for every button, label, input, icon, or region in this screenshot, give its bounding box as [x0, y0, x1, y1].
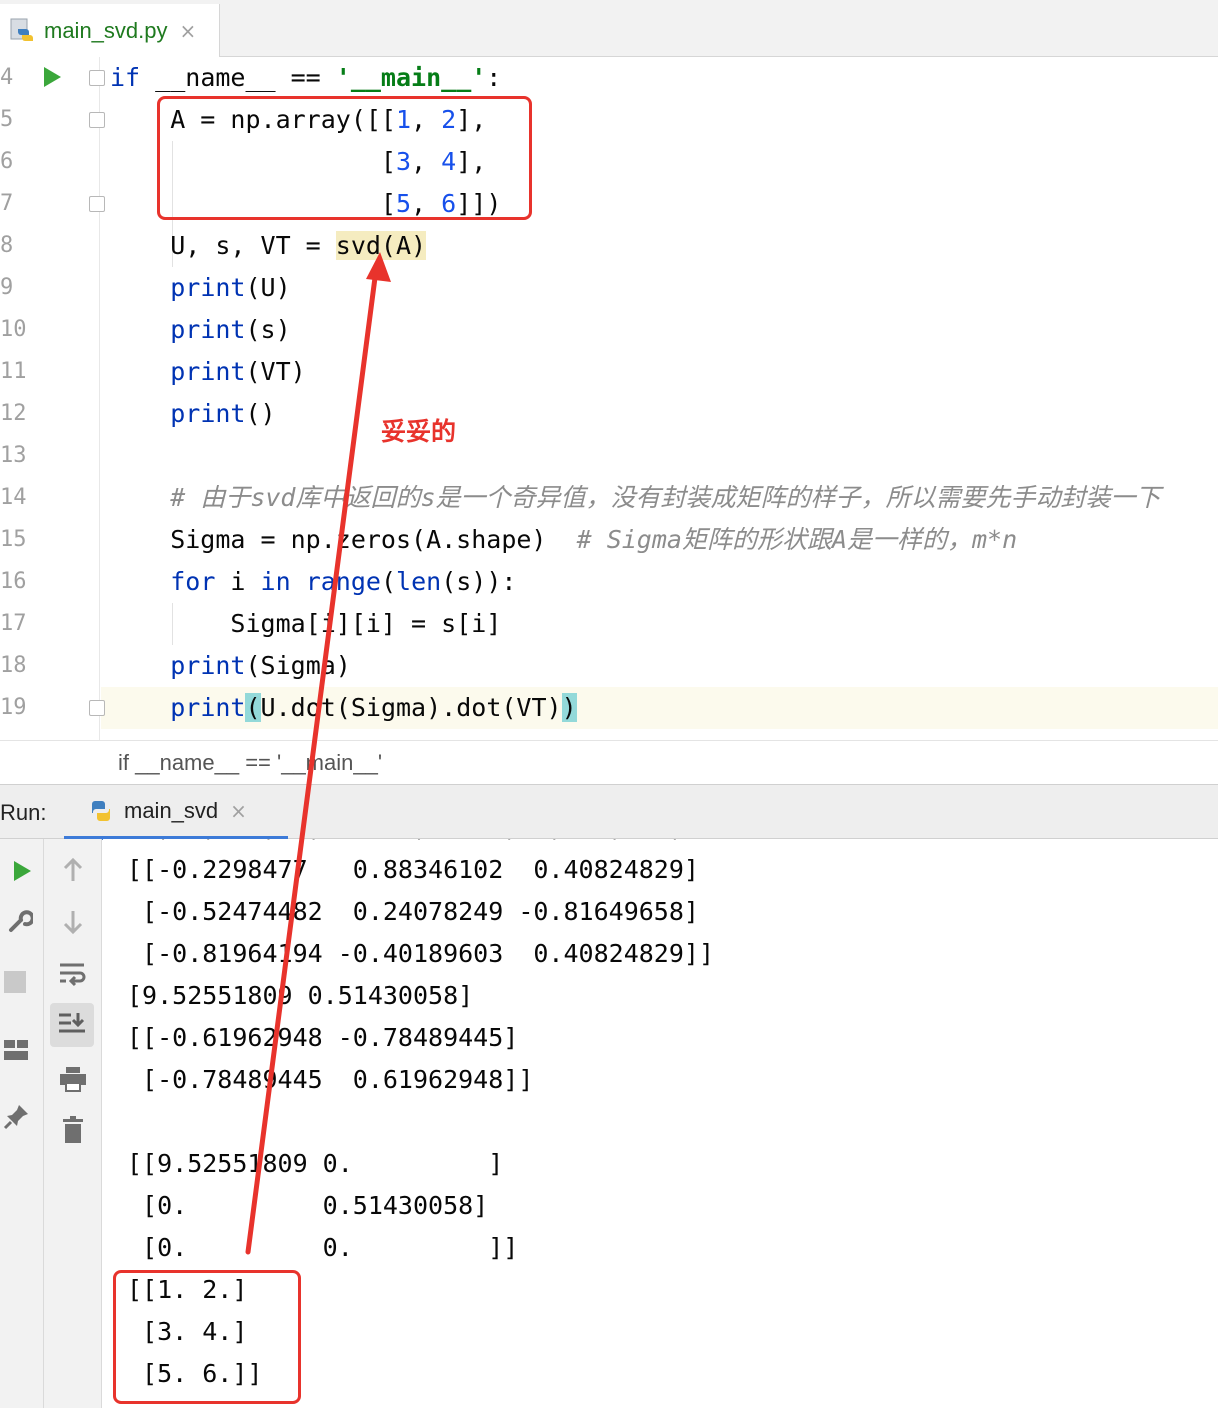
- console-line: [-0.81964194 -0.40189603 0.40824829]]: [127, 939, 714, 968]
- pin-icon[interactable]: [2, 1101, 32, 1131]
- console-line: [-0.78489445 0.61962948]]: [127, 1065, 534, 1094]
- code-line[interactable]: print(U): [110, 267, 290, 309]
- print-icon[interactable]: [56, 1063, 90, 1095]
- console-line: [9.52551809 0.51430058]: [127, 981, 474, 1010]
- annotation-box-output-matrix: [113, 1270, 301, 1404]
- soft-wrap-icon[interactable]: [56, 959, 90, 989]
- line-number: 18: [0, 653, 27, 678]
- python-file-icon: [10, 18, 33, 41]
- run-panel-title: Run:: [0, 800, 47, 825]
- code-line[interactable]: print(U.dot(Sigma).dot(VT)): [110, 687, 577, 729]
- run-panel-header: Run: main_svd ×: [0, 784, 1218, 840]
- stop-icon[interactable]: [4, 971, 26, 993]
- code-line[interactable]: Sigma[i][i] = s[i]: [110, 603, 501, 645]
- close-icon[interactable]: ×: [230, 799, 247, 823]
- arrow-up-icon[interactable]: [58, 855, 88, 885]
- line-number: 13: [0, 443, 27, 468]
- run-toolbar-left: [0, 839, 44, 1408]
- annotation-label: 妥妥的: [381, 417, 457, 446]
- line-number: 11: [0, 359, 27, 384]
- editor-tab-bar: main_svd.py ×: [0, 0, 1218, 57]
- wrench-icon[interactable]: [4, 905, 36, 937]
- trash-icon[interactable]: [56, 1113, 90, 1147]
- console-line: [-0.52474482 0.24078249 -0.81649658]: [127, 897, 699, 926]
- scroll-to-end-icon[interactable]: [50, 1003, 94, 1047]
- code-line[interactable]: Sigma = np.zeros(A.shape) # Sigma矩阵的形状跟A…: [110, 519, 1017, 561]
- code-line[interactable]: print(): [110, 393, 275, 435]
- line-number: 17: [0, 611, 27, 636]
- code-line[interactable]: # 由于svd库中返回的s是一个奇异值，没有封装成矩阵的样子，所以需要先手动封装…: [110, 477, 1160, 519]
- layout-icon[interactable]: [2, 1037, 30, 1063]
- fold-marker-icon[interactable]: [89, 196, 105, 212]
- run-icon[interactable]: [6, 855, 38, 887]
- console-line: [[-0.2298477 0.88346102 0.40824829]: [127, 855, 699, 884]
- code-line[interactable]: print(s): [110, 309, 290, 351]
- console-clipped-line: .., , ., , . , .. , , , .,: [127, 839, 684, 849]
- line-number-gutter: 4 5 6 7 8 9 10 11 12 13 14 15 16 17 18 19: [0, 57, 100, 740]
- line-number: 14: [0, 485, 27, 510]
- file-tab-main-svd[interactable]: main_svd.py ×: [0, 4, 220, 57]
- console-line: [[-0.61962948 -0.78489445]: [127, 1023, 519, 1052]
- line-number: 5: [0, 107, 14, 132]
- breadcrumb[interactable]: if __name__ == '__main__': [0, 740, 1218, 784]
- line-number: 7: [0, 191, 14, 216]
- console-line: [0. 0.51430058]: [127, 1191, 489, 1220]
- run-toolbar-right: [44, 839, 102, 1408]
- console-line: [[9.52551809 0. ]: [127, 1149, 504, 1178]
- python-icon: [92, 800, 110, 821]
- arrow-down-icon[interactable]: [58, 907, 88, 937]
- code-line[interactable]: U, s, VT = svd(A): [110, 225, 427, 267]
- fold-marker-icon[interactable]: [89, 70, 105, 86]
- code-line[interactable]: if __name__ == '__main__':: [110, 57, 501, 99]
- line-number: 8: [0, 233, 14, 258]
- code-line[interactable]: print(VT): [110, 351, 305, 393]
- line-number: 15: [0, 527, 27, 552]
- line-number: 9: [0, 275, 14, 300]
- code-line[interactable]: for i in range(len(s)):: [110, 561, 516, 603]
- fold-marker-icon[interactable]: [89, 112, 105, 128]
- code-line[interactable]: print(Sigma): [110, 645, 351, 687]
- close-icon[interactable]: ×: [180, 19, 197, 43]
- run-tab-main-svd[interactable]: main_svd ×: [64, 785, 288, 840]
- line-number: 6: [0, 149, 14, 174]
- annotation-box-input-matrix: [157, 96, 532, 220]
- line-number: 4: [0, 65, 14, 90]
- console-line: [0. 0. ]]: [127, 1233, 519, 1262]
- line-number: 16: [0, 569, 27, 594]
- run-gutter-icon[interactable]: [44, 67, 61, 87]
- line-number: 12: [0, 401, 27, 426]
- line-number: 10: [0, 317, 27, 342]
- line-number: 19: [0, 695, 27, 720]
- file-tab-label: main_svd.py: [44, 17, 168, 43]
- run-tab-label: main_svd: [124, 797, 219, 823]
- fold-marker-icon[interactable]: [89, 700, 105, 716]
